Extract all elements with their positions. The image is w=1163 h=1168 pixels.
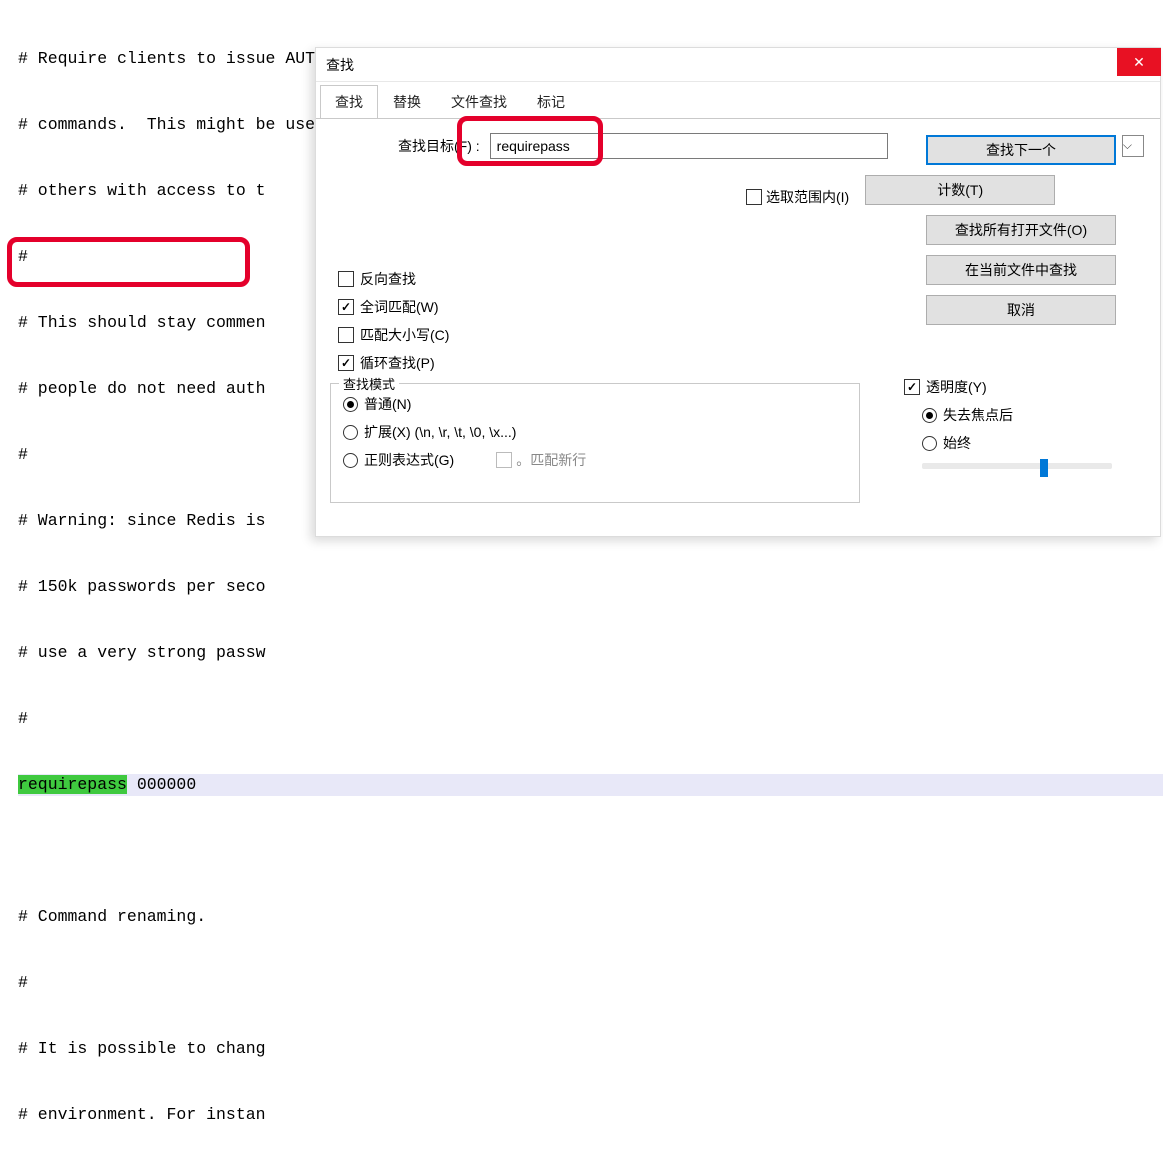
code-line [18, 840, 1163, 862]
match-newline-option: 。匹配新行 [496, 450, 586, 470]
find-dialog: 查找 ✕ 查找 替换 文件查找 标记 查找目标(F) : ⌵ 查找下一个 [315, 47, 1161, 537]
in-selection-option[interactable]: 选取范围内(I) [746, 187, 849, 207]
in-selection-label: 选取范围内(I) [766, 187, 849, 207]
slider-thumb[interactable] [1040, 459, 1048, 477]
match-newline-label: 。匹配新行 [516, 450, 586, 470]
mode-normal-radio[interactable] [343, 397, 358, 412]
wrap-label: 循环查找(P) [360, 353, 435, 373]
transparency-always-label: 始终 [943, 433, 971, 453]
code-line: # 150k passwords per seco [18, 576, 1163, 598]
find-next-extra-checkbox[interactable] [1122, 135, 1144, 157]
close-icon: ✕ [1133, 54, 1145, 71]
tab-find[interactable]: 查找 [320, 85, 378, 119]
mode-regex-radio[interactable] [343, 453, 358, 468]
tab-mark[interactable]: 标记 [522, 85, 580, 119]
in-selection-checkbox[interactable] [746, 189, 762, 205]
count-button[interactable]: 计数(T) [865, 175, 1055, 205]
wrap-option[interactable]: 循环查找(P) [338, 353, 449, 373]
find-label: 查找目标(F) : [398, 136, 480, 156]
mode-extended[interactable]: 扩展(X) (\n, \r, \t, \0, \x...) [343, 422, 847, 442]
transparency-group: 透明度(Y) 失去焦点后 始终 [904, 377, 1134, 469]
transparency-checkbox[interactable] [904, 379, 920, 395]
code-line: # Command renaming. [18, 906, 1163, 928]
find-all-current-button[interactable]: 在当前文件中查找 [926, 255, 1116, 285]
search-mode-group: 查找模式 普通(N) 扩展(X) (\n, \r, \t, \0, \x...)… [330, 379, 860, 503]
code-line: # environment. For instan [18, 1104, 1163, 1126]
mode-regex[interactable]: 正则表达式(G) 。匹配新行 [343, 450, 847, 470]
dialog-title: 查找 [326, 55, 1117, 75]
transparency-onblur-radio[interactable] [922, 408, 937, 423]
tab-replace[interactable]: 替换 [378, 85, 436, 119]
code-line-highlight: requirepass 000000 [18, 774, 1163, 796]
transparency-always[interactable]: 始终 [922, 433, 1134, 453]
match-newline-checkbox [496, 452, 512, 468]
transparency-onblur-label: 失去焦点后 [943, 405, 1013, 425]
match-case-option[interactable]: 匹配大小写(C) [338, 325, 449, 345]
transparency-always-radio[interactable] [922, 436, 937, 451]
whole-word-label: 全词匹配(W) [360, 297, 439, 317]
find-next-button[interactable]: 查找下一个 [926, 135, 1116, 165]
transparency-toggle[interactable]: 透明度(Y) [904, 377, 1134, 397]
whole-word-option[interactable]: 全词匹配(W) [338, 297, 449, 317]
whole-word-checkbox[interactable] [338, 299, 354, 315]
search-match: requirepass [18, 775, 127, 794]
backward-label: 反向查找 [360, 269, 416, 289]
cancel-button[interactable]: 取消 [926, 295, 1116, 325]
match-case-label: 匹配大小写(C) [360, 325, 449, 345]
mode-extended-radio[interactable] [343, 425, 358, 440]
code-line: # use a very strong passw [18, 642, 1163, 664]
code-line: # [18, 972, 1163, 994]
transparency-label: 透明度(Y) [926, 377, 987, 397]
find-input[interactable] [490, 133, 888, 159]
transparency-slider[interactable] [922, 463, 1112, 469]
backward-option[interactable]: 反向查找 [338, 269, 449, 289]
mode-extended-label: 扩展(X) (\n, \r, \t, \0, \x...) [364, 422, 516, 442]
code-line: # It is possible to chang [18, 1038, 1163, 1060]
match-suffix: 000000 [127, 775, 196, 794]
mode-normal[interactable]: 普通(N) [343, 394, 847, 414]
code-line: # [18, 708, 1163, 730]
backward-checkbox[interactable] [338, 271, 354, 287]
wrap-checkbox[interactable] [338, 355, 354, 371]
find-options: 反向查找 全词匹配(W) 匹配大小写(C) 循环查找(P) [338, 269, 449, 381]
dialog-titlebar[interactable]: 查找 ✕ [316, 48, 1160, 82]
mode-regex-label: 正则表达式(G) [364, 450, 454, 470]
transparency-onblur[interactable]: 失去焦点后 [922, 405, 1134, 425]
close-button[interactable]: ✕ [1117, 48, 1161, 76]
tab-find-in-files[interactable]: 文件查找 [436, 85, 522, 119]
dialog-buttons: 查找下一个 选取范围内(I) 计数(T) 查找所有打开文件(O) 在当前文件中查… [926, 135, 1144, 335]
match-case-checkbox[interactable] [338, 327, 354, 343]
dialog-body: 查找目标(F) : ⌵ 查找下一个 选取范围内(I) 计数(T) 查找所有打开文… [316, 118, 1160, 538]
dialog-tabs: 查找 替换 文件查找 标记 [316, 82, 1160, 118]
find-all-open-button[interactable]: 查找所有打开文件(O) [926, 215, 1116, 245]
search-mode-title: 查找模式 [339, 374, 399, 393]
mode-normal-label: 普通(N) [364, 394, 411, 414]
